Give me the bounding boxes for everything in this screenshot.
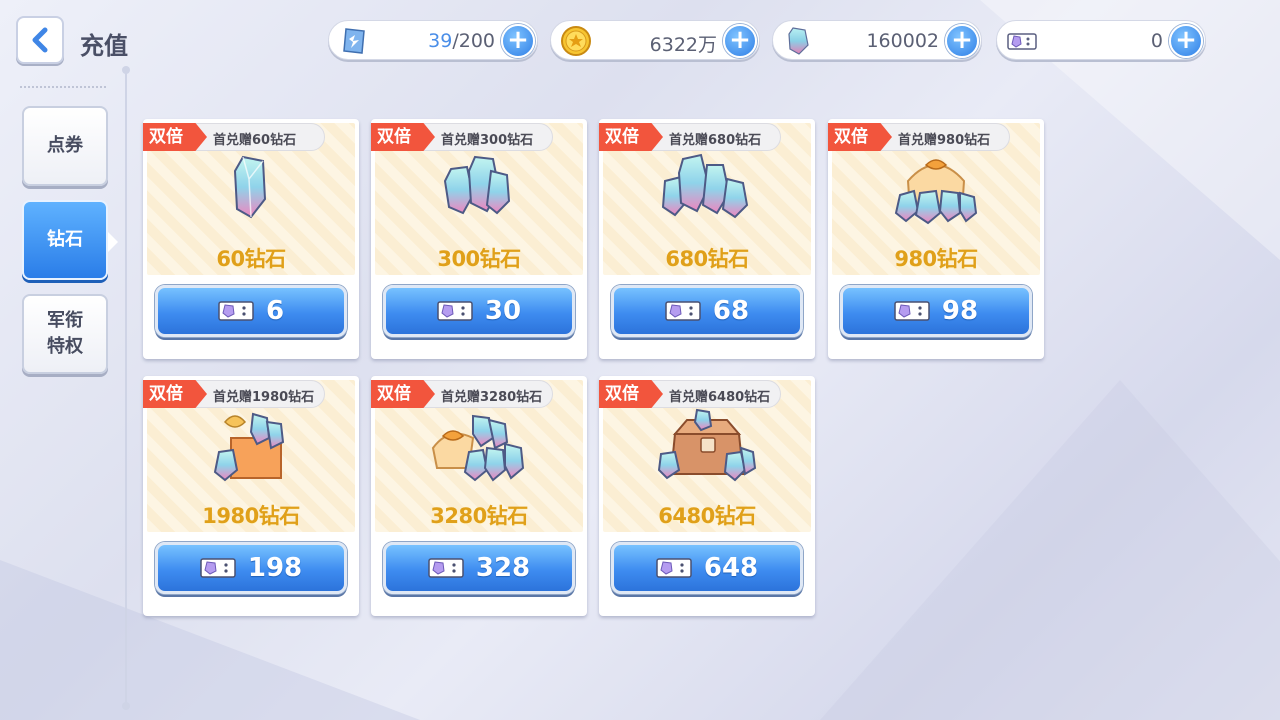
- tab-rank-privileges[interactable]: 军衔 特权: [22, 294, 108, 374]
- double-badge: 双倍: [143, 380, 207, 408]
- add-stamina-button[interactable]: +: [501, 24, 535, 58]
- sidebar-rail: [125, 70, 127, 710]
- buy-button[interactable]: 328: [383, 542, 575, 594]
- single-diamond-icon: [233, 155, 267, 219]
- chevron-left-icon: [32, 27, 48, 53]
- gold-value: 6322万: [649, 34, 717, 56]
- product-card: 双倍 首兑赠60钻石 60钻石 6: [143, 119, 359, 359]
- buy-button[interactable]: 648: [611, 542, 803, 594]
- product-card: 双倍 首兑赠6480钻石 6480钻石 648: [599, 376, 815, 616]
- ticket-icon: [1007, 33, 1037, 50]
- first-bonus-text: 首兑赠3280钻石: [441, 390, 543, 405]
- diamond-bag-icon: [894, 159, 978, 225]
- buy-button[interactable]: 6: [155, 285, 347, 337]
- tab-diamonds[interactable]: 钻石: [22, 200, 118, 280]
- diamond-gift-pile-icon: [431, 414, 525, 482]
- page-title: 充值: [80, 32, 128, 60]
- ticket-value: 0: [1150, 30, 1163, 52]
- product-card: 双倍 首兑赠3280钻石 3280钻石 328: [371, 376, 587, 616]
- buy-button[interactable]: 30: [383, 285, 575, 337]
- product-card: 双倍 首兑赠300钻石 300钻石 30: [371, 119, 587, 359]
- diamond-icon: [788, 27, 809, 55]
- double-badge: 双倍: [828, 123, 892, 151]
- product-name: 1980钻石: [202, 504, 300, 528]
- diamond-pair-icon: [443, 155, 511, 215]
- add-gold-button[interactable]: +: [723, 24, 757, 58]
- product-name: 980钻石: [894, 247, 978, 271]
- product-name: 6480钻石: [658, 504, 756, 528]
- price-label: 328: [475, 553, 531, 583]
- ticket-icon: [428, 558, 464, 578]
- gold-coin-icon: [561, 26, 591, 56]
- price-label: 648: [703, 553, 759, 583]
- double-badge: 双倍: [371, 380, 435, 408]
- buy-button[interactable]: 68: [611, 285, 803, 337]
- product-card: 双倍 首兑赠680钻石 680钻石 68: [599, 119, 815, 359]
- add-ticket-button[interactable]: +: [1169, 24, 1203, 58]
- diamond-cluster-icon: [661, 153, 749, 219]
- price-label: 30: [484, 296, 522, 326]
- double-badge: 双倍: [143, 123, 207, 151]
- ticket-icon: [665, 301, 701, 321]
- ticket-icon: [200, 558, 236, 578]
- product-name: 680钻石: [665, 247, 749, 271]
- diamond-value: 160002: [866, 30, 939, 52]
- buy-button[interactable]: 198: [155, 542, 347, 594]
- currency-ticket: 0 +: [996, 20, 1206, 60]
- double-badge: 双倍: [599, 123, 663, 151]
- stamina-icon: [343, 28, 365, 54]
- currency-gold: 6322万 +: [550, 20, 760, 60]
- stamina-max: /200: [452, 30, 495, 52]
- product-name: 60钻石: [216, 247, 286, 271]
- price-label: 98: [941, 296, 979, 326]
- first-bonus-text: 首兑赠1980钻石: [213, 390, 315, 405]
- ticket-icon: [656, 558, 692, 578]
- price-label: 6: [265, 296, 285, 326]
- currency-diamond: 160002 +: [772, 20, 982, 60]
- diamond-box-icon: [213, 412, 285, 482]
- back-button[interactable]: [16, 16, 64, 64]
- product-card: 双倍 首兑赠980钻石 980钻石 98: [828, 119, 1044, 359]
- price-label: 198: [247, 553, 303, 583]
- first-bonus-text: 首兑赠300钻石: [441, 133, 534, 148]
- product-card: 双倍 首兑赠1980钻石 1980钻石 198: [143, 376, 359, 616]
- add-diamond-button[interactable]: +: [945, 24, 979, 58]
- currency-stamina: 39/200 +: [328, 20, 538, 60]
- sidebar-divider: [20, 86, 106, 88]
- diamond-chest-icon: [657, 408, 757, 482]
- buy-button[interactable]: 98: [840, 285, 1032, 337]
- ticket-icon: [437, 301, 473, 321]
- product-name: 300钻石: [437, 247, 521, 271]
- product-name: 3280钻石: [430, 504, 528, 528]
- ticket-icon: [894, 301, 930, 321]
- first-bonus-text: 首兑赠680钻石: [669, 133, 762, 148]
- ticket-icon: [218, 301, 254, 321]
- stamina-current: 39: [428, 30, 453, 52]
- double-badge: 双倍: [371, 123, 435, 151]
- first-bonus-text: 首兑赠6480钻石: [669, 390, 771, 405]
- first-bonus-text: 首兑赠980钻石: [898, 133, 991, 148]
- tab-coupons[interactable]: 点券: [22, 106, 108, 186]
- first-bonus-text: 首兑赠60钻石: [213, 133, 297, 148]
- double-badge: 双倍: [599, 380, 663, 408]
- price-label: 68: [712, 296, 750, 326]
